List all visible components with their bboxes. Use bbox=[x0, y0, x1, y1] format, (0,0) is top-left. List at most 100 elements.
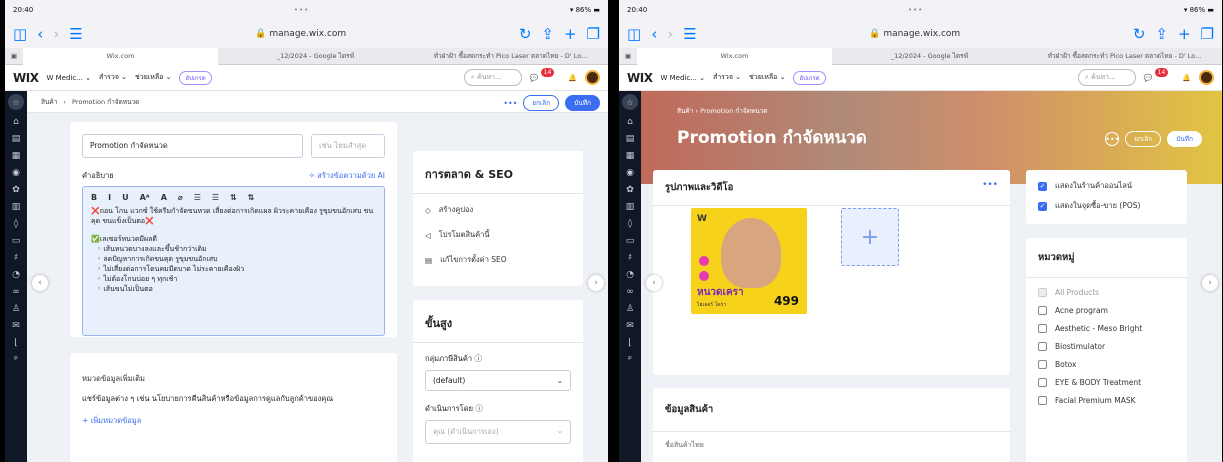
media-more-button[interactable]: ••• bbox=[982, 180, 998, 195]
back-icon[interactable]: ‹ bbox=[651, 25, 657, 43]
feedback-icon[interactable]: ✉ bbox=[12, 321, 20, 331]
ltr-icon[interactable]: ⇅ bbox=[230, 193, 237, 202]
link-icon[interactable]: ⌀ bbox=[178, 193, 183, 202]
browser-tab[interactable]: _12/2024 - Google ไดรฟ์ bbox=[218, 51, 413, 61]
wix-logo[interactable]: WIX bbox=[13, 71, 39, 85]
category-all-products[interactable]: All Products bbox=[1038, 288, 1175, 297]
pos-checkbox[interactable]: ✓ แสดงในจุดซื้อ-ขาย (POS) bbox=[1038, 200, 1175, 212]
seo-settings-link[interactable]: ▤ แก้ไขการตั้งค่า SEO bbox=[425, 254, 571, 266]
add-media-button[interactable]: + bbox=[841, 208, 899, 266]
people-icon[interactable]: ♙ bbox=[12, 304, 20, 314]
new-tab-icon[interactable]: + bbox=[1178, 25, 1191, 43]
more-actions-button[interactable]: ••• bbox=[503, 96, 517, 110]
site-selector[interactable]: W Medic... ⌄ bbox=[46, 74, 91, 82]
tab-overview-icon[interactable]: ☰ bbox=[69, 25, 82, 43]
help-menu[interactable]: ช่วยเหลือ ⌄ bbox=[135, 72, 171, 83]
tabs-icon[interactable]: ❐ bbox=[1201, 25, 1214, 43]
avatar[interactable] bbox=[1199, 70, 1214, 85]
contacts-icon[interactable]: ▥ bbox=[12, 202, 21, 212]
search-input[interactable]: ⌕ ค้นหา... bbox=[1077, 69, 1136, 86]
inbox-icon[interactable]: ▤ bbox=[12, 134, 21, 144]
bold-button[interactable]: B bbox=[91, 193, 97, 202]
inbox-icon[interactable]: ▤ bbox=[626, 134, 635, 144]
tax-group-select[interactable]: (default) ⌄ bbox=[425, 370, 571, 391]
sku-field[interactable]: เช่น ไหมสำสุด bbox=[311, 134, 385, 158]
scroll-right-button[interactable]: › bbox=[1202, 275, 1218, 291]
apps-icon[interactable]: ♯ bbox=[628, 253, 632, 263]
online-store-checkbox[interactable]: ✓ แสดงในร้านค้าออนไลน์ bbox=[1038, 180, 1175, 192]
scroll-left-button[interactable]: ‹ bbox=[32, 275, 48, 291]
chat-side-icon[interactable]: ▭ bbox=[626, 236, 635, 246]
category-item[interactable]: Botox bbox=[1038, 360, 1175, 369]
feedback-icon[interactable]: ✉ bbox=[626, 321, 634, 331]
save-button[interactable]: บันทึก bbox=[1167, 131, 1202, 147]
people-icon[interactable]: ♙ bbox=[626, 304, 634, 314]
share-icon[interactable]: ⇪ bbox=[541, 25, 554, 43]
settings-icon[interactable]: ✿ bbox=[626, 185, 634, 195]
browser-tab[interactable]: Wix.com bbox=[637, 47, 832, 65]
add-info-section-button[interactable]: + เพิ่มหมวดข้อมูล bbox=[82, 415, 385, 427]
power-icon[interactable]: ᵖ bbox=[628, 355, 632, 365]
cancel-button[interactable]: ยกเลิก bbox=[1125, 131, 1162, 147]
description-editor[interactable]: B I U Aᴬ A ⌀ ☰ ☰ ⇅ ⇅ ❌ถอน โกน แวกซ์ ใช้ค… bbox=[82, 186, 385, 336]
calendar-icon[interactable]: ▦ bbox=[626, 151, 635, 161]
sidebar-toggle-icon[interactable]: ☆ bbox=[622, 94, 638, 110]
store-icon[interactable]: ◉ bbox=[12, 168, 20, 178]
underline-button[interactable]: U bbox=[122, 193, 129, 202]
tabs-icon[interactable]: ❐ bbox=[587, 25, 600, 43]
chat-side-icon[interactable]: ▭ bbox=[12, 236, 21, 246]
category-item[interactable]: Facial Premium MASK bbox=[1038, 396, 1175, 405]
bullet-list-icon[interactable]: ☰ bbox=[194, 193, 201, 202]
analytics-icon[interactable]: ◔ bbox=[12, 270, 20, 280]
breadcrumb-root[interactable]: สินค้า bbox=[677, 107, 693, 115]
scroll-left-button[interactable]: ‹ bbox=[646, 275, 662, 291]
help-menu[interactable]: ช่วยเหลือ ⌄ bbox=[749, 72, 785, 83]
save-button[interactable]: บันทึก bbox=[565, 95, 600, 111]
text-color-button[interactable]: Aᴬ bbox=[140, 193, 150, 202]
address-bar[interactable]: 🔒 manage.wix.com bbox=[93, 29, 509, 39]
explore-menu[interactable]: สำรวจ ⌄ bbox=[99, 72, 127, 83]
create-coupon-link[interactable]: ◇ สร้างคูปอง bbox=[425, 204, 571, 216]
product-image[interactable]: W หนวดเครา ไฮเลอร์ โคร่า 499 bbox=[691, 208, 807, 314]
back-icon[interactable]: ‹ bbox=[37, 25, 43, 43]
power-icon[interactable]: ᵖ bbox=[14, 355, 18, 365]
cancel-button[interactable]: ยกเลิก bbox=[523, 95, 560, 111]
forward-icon[interactable]: › bbox=[667, 25, 673, 43]
upgrade-button[interactable]: อัปเกรด bbox=[179, 70, 212, 85]
browser-tab[interactable]: ทั่วฝ่าฝ้า ซื้อสดกระทำ Pico Laser ตลาดไท… bbox=[1027, 51, 1222, 61]
chat-icon[interactable]: 💬 bbox=[1144, 74, 1153, 82]
contacts-icon[interactable]: ▥ bbox=[626, 202, 635, 212]
italic-button[interactable]: I bbox=[108, 193, 111, 202]
bell-icon[interactable]: 🔔 bbox=[1182, 74, 1191, 82]
number-list-icon[interactable]: ☰ bbox=[212, 193, 219, 202]
analytics-icon[interactable]: ◔ bbox=[626, 270, 634, 280]
home-icon[interactable]: ⌂ bbox=[13, 117, 19, 127]
rtl-icon[interactable]: ⇅ bbox=[248, 193, 255, 202]
wix-logo[interactable]: WIX bbox=[627, 71, 653, 85]
reload-icon[interactable]: ↻ bbox=[519, 25, 532, 43]
search-input[interactable]: ⌕ ค้นหา... bbox=[463, 69, 522, 86]
product-name-field[interactable]: Promotion กำจัดหนวด bbox=[82, 134, 303, 158]
category-item[interactable]: Aesthetic - Meso Bright bbox=[1038, 324, 1175, 333]
chat-icon[interactable]: 💬 bbox=[530, 74, 539, 82]
more-actions-button[interactable]: ••• bbox=[1105, 132, 1119, 146]
tab-overview-icon[interactable]: ☰ bbox=[683, 25, 696, 43]
ai-generate-button[interactable]: ✧ สร้างข้อความด้วย AI bbox=[309, 170, 385, 182]
browser-tab[interactable]: _12/2024 - Google ไดรฟ์ bbox=[832, 51, 1027, 61]
calendar-icon[interactable]: ▦ bbox=[12, 151, 21, 161]
address-bar[interactable]: 🔒 manage.wix.com bbox=[707, 29, 1123, 39]
sidebar-icon[interactable]: ◫ bbox=[627, 25, 641, 43]
tab-grid-icon[interactable]: ▣ bbox=[5, 52, 23, 60]
highlight-button[interactable]: A bbox=[161, 193, 167, 202]
reload-icon[interactable]: ↻ bbox=[1133, 25, 1146, 43]
breadcrumb-root[interactable]: สินค้า bbox=[41, 97, 57, 107]
explore-menu[interactable]: สำรวจ ⌄ bbox=[713, 72, 741, 83]
sidebar-toggle-icon[interactable]: ☆ bbox=[8, 94, 24, 110]
category-item[interactable]: EYE & BODY Treatment bbox=[1038, 378, 1175, 387]
marketing-icon[interactable]: ◊ bbox=[14, 219, 18, 229]
sidebar-icon[interactable]: ◫ bbox=[13, 25, 27, 43]
marketing-icon[interactable]: ◊ bbox=[628, 219, 632, 229]
home-icon[interactable]: ⌂ bbox=[627, 117, 633, 127]
tab-grid-icon[interactable]: ▣ bbox=[619, 52, 637, 60]
automation-icon[interactable]: ∞ bbox=[12, 287, 20, 297]
